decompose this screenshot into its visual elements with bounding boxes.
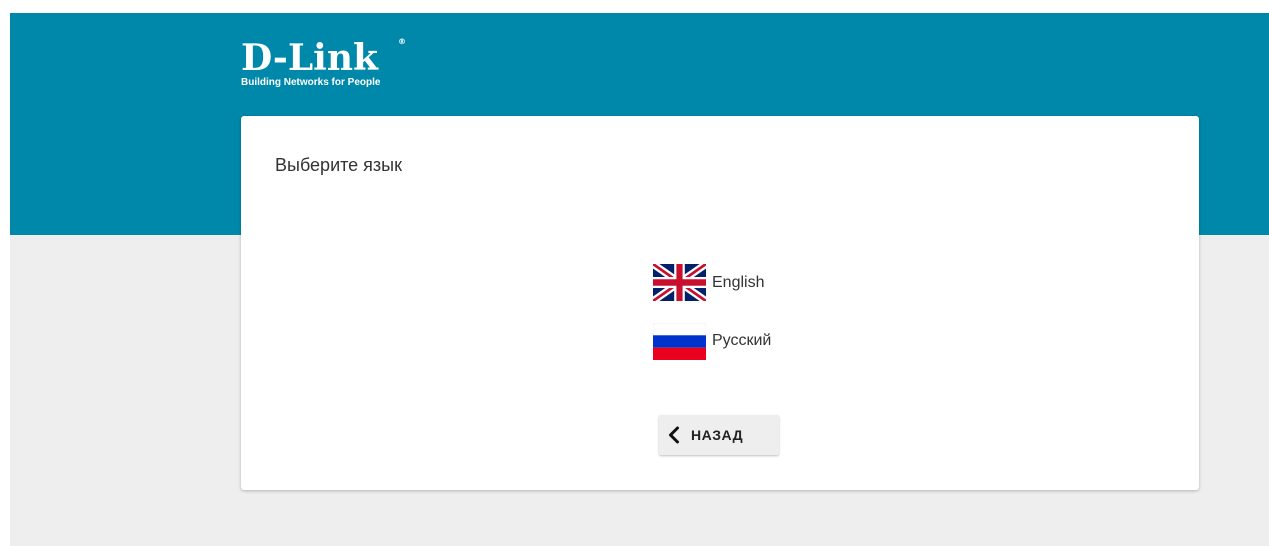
language-option-russian[interactable]: Русский [653,323,771,360]
page-title: Выберите язык [275,155,402,175]
language-label-russian: Русский [712,331,772,349]
chevron-left-icon [669,426,679,444]
language-label-english: English [712,273,765,291]
back-button-label: НАЗАД [691,427,744,443]
logo-wordmark: D-Link ® [241,37,421,79]
back-button[interactable]: НАЗАД [659,415,779,455]
uk-flag-icon [653,264,706,301]
language-select-card: Выберите язык English Русский НАЗАД [241,116,1199,490]
page-viewport: D-Link ® Building Networks for People Выб… [10,13,1269,546]
logo-registered-mark: ® [398,37,406,46]
logo-brand-text: D-Link [241,37,378,79]
language-option-english[interactable]: English [653,264,764,301]
russia-flag-icon [653,323,706,360]
dlink-logo: D-Link ® Building Networks for People [241,37,421,89]
